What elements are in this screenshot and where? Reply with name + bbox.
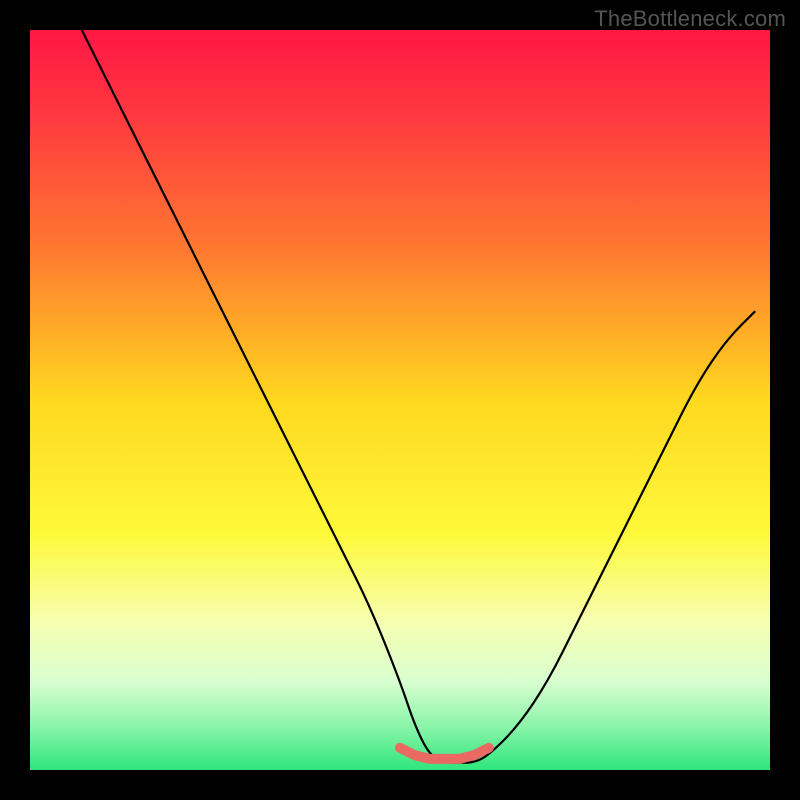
bottleneck-chart-svg [30, 30, 770, 770]
watermark-text: TheBottleneck.com [594, 6, 786, 32]
plot-area [30, 30, 770, 770]
gradient-background [30, 30, 770, 770]
chart-frame: TheBottleneck.com [0, 0, 800, 800]
